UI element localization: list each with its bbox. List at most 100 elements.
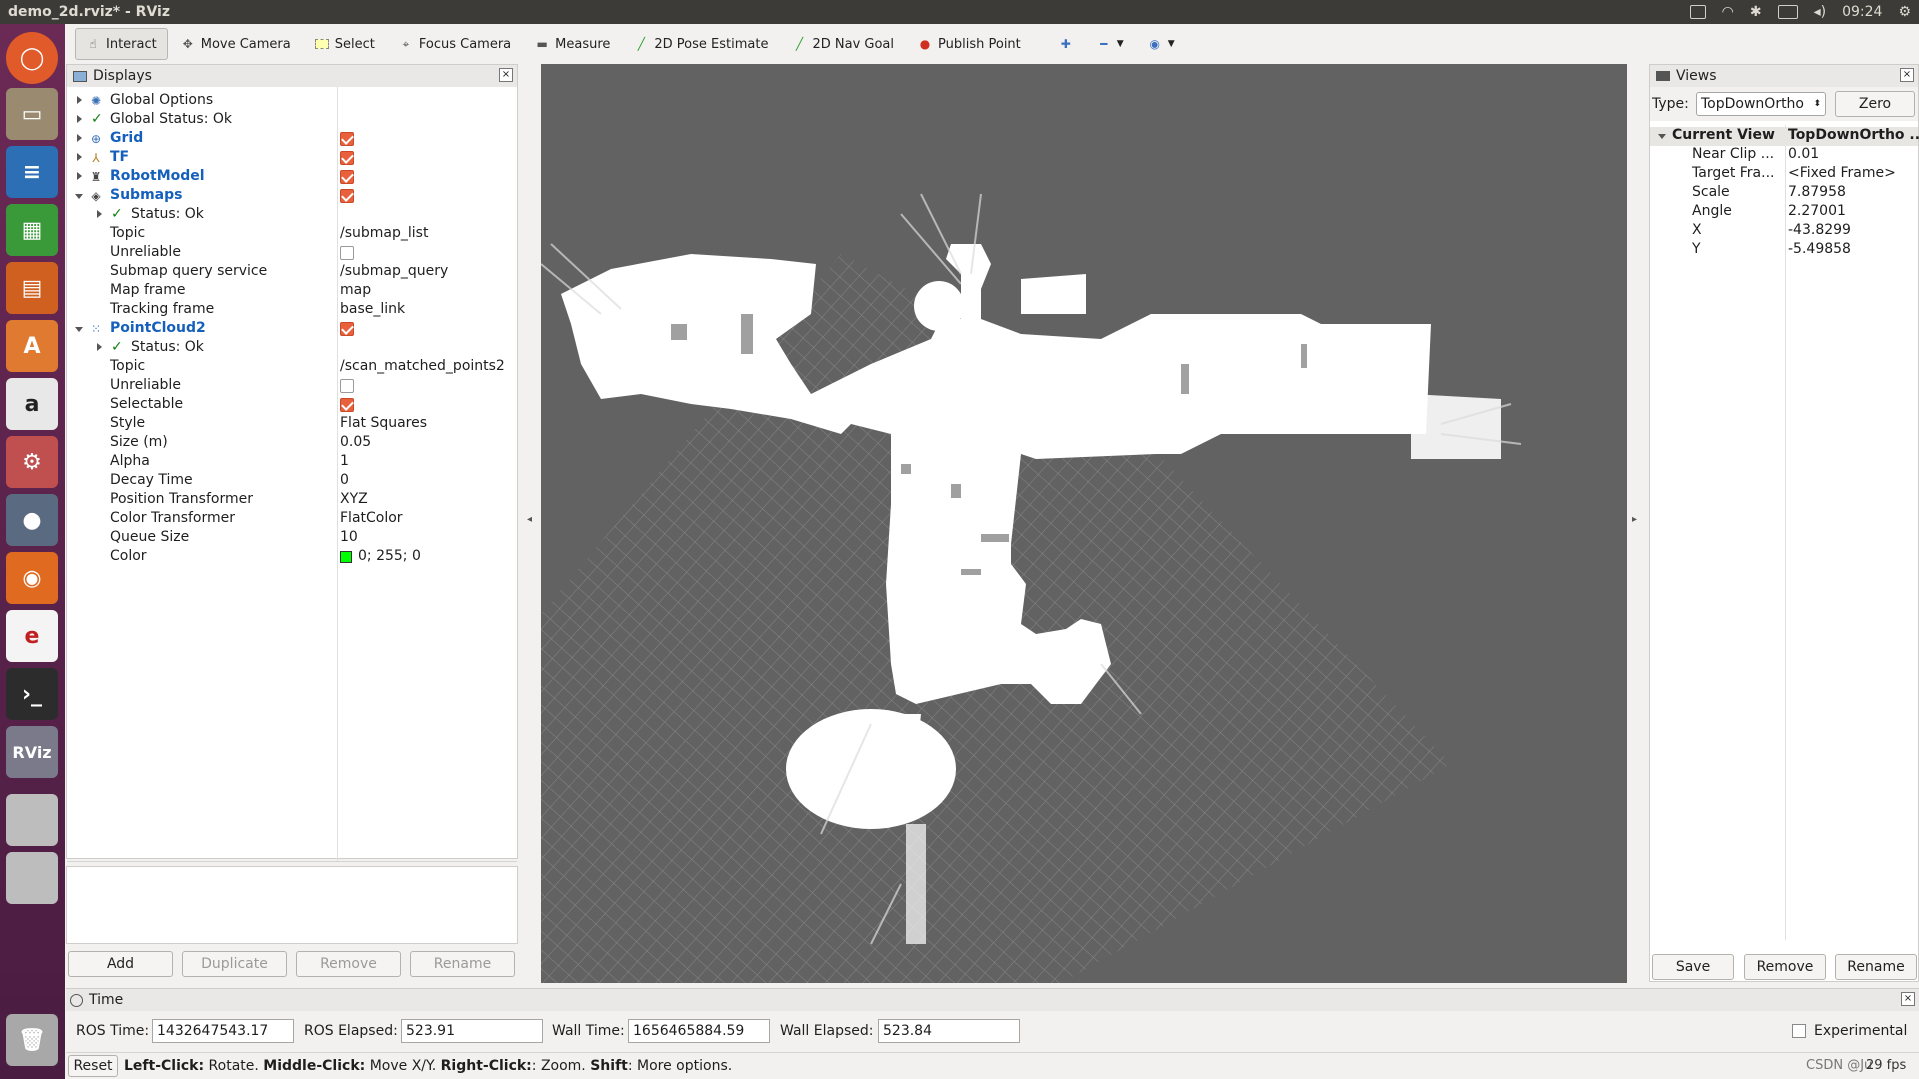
writer-icon[interactable]: ≡ (6, 146, 58, 198)
tree-row-grid[interactable]: ⊕ Grid (67, 130, 517, 149)
drive-icon-2[interactable] (6, 852, 58, 904)
bluetooth-icon[interactable]: ✱ (1750, 4, 1762, 20)
prop-pc-color[interactable]: Color 0; 255; 0 (67, 548, 517, 567)
prop-pc-selectable[interactable]: Selectable (67, 396, 517, 415)
prop-pc-alpha[interactable]: Alpha 1 (67, 453, 517, 472)
publish-point-tool[interactable]: ● Publish Point (907, 28, 1032, 60)
battery-icon[interactable] (1777, 5, 1798, 19)
rviz-icon[interactable]: RViz (6, 726, 58, 778)
tree-row-global-options[interactable]: ✺ Global Options (67, 92, 517, 111)
wall-elapsed-field[interactable]: 523.84 (878, 1019, 1020, 1043)
impress-icon[interactable]: ▤ (6, 262, 58, 314)
interact-tool[interactable]: ☝ Interact (75, 28, 168, 60)
robotmodel-checkbox[interactable] (340, 170, 354, 184)
experimental-checkbox[interactable] (1792, 1024, 1806, 1038)
tree-row-global-status[interactable]: ✓ Global Status: Ok (67, 111, 517, 130)
terminal-icon[interactable]: ›_ (6, 668, 58, 720)
prop-map-frame[interactable]: Map frame map (67, 282, 517, 301)
prop-pc-unreliable[interactable]: Unreliable (67, 377, 517, 396)
submaps-checkbox[interactable] (340, 189, 354, 203)
select-tool[interactable]: Select (304, 28, 386, 60)
tree-row-pointcloud2[interactable]: ⁙ PointCloud2 (67, 320, 517, 339)
rename-view-button[interactable]: Rename (1835, 954, 1917, 980)
move-camera-tool[interactable]: ✥ Move Camera (170, 28, 302, 60)
files-icon[interactable]: ▭ (6, 88, 58, 140)
tree-row-pc-status[interactable]: ✓ Status: Ok (67, 339, 517, 358)
remove-display-button[interactable]: Remove (296, 951, 401, 977)
firefox-icon[interactable]: ◉ (6, 552, 58, 604)
focus-camera-tool[interactable]: ⌖ Focus Camera (388, 28, 522, 60)
ubuntu-dash-icon[interactable]: ◯ (6, 32, 58, 84)
settings-icon[interactable]: ⚙ (6, 436, 58, 488)
render-viewport[interactable] (541, 64, 1627, 983)
zero-button[interactable]: Zero (1835, 91, 1915, 117)
software-center-icon[interactable]: A (6, 320, 58, 372)
prop-pc-position[interactable]: Position Transformer XYZ (67, 491, 517, 510)
close-icon[interactable]: × (499, 68, 513, 82)
collapse-arrow-icon[interactable] (1658, 134, 1666, 139)
remove-tool-button[interactable]: ━ ▼ (1086, 28, 1135, 60)
left-dock-toggle[interactable]: ◂ (527, 514, 532, 525)
add-tool-button[interactable]: ✚ (1048, 28, 1084, 60)
prop-pc-size[interactable]: Size (m) 0.05 (67, 434, 517, 453)
ros-time-field[interactable]: 1432647543.17 (152, 1019, 294, 1043)
tf-checkbox[interactable] (340, 151, 354, 165)
trash-icon[interactable]: 🗑 (6, 1014, 58, 1066)
close-icon[interactable]: × (1900, 68, 1914, 82)
prop-submap-query[interactable]: Submap query service/submap_query (67, 263, 517, 282)
clock[interactable]: 09:24 (1842, 4, 1882, 20)
amazon-icon[interactable]: a (6, 378, 58, 430)
selectable-checkbox[interactable] (340, 398, 354, 412)
x-row[interactable]: X -43.8299 (1650, 222, 1918, 241)
wifi-icon[interactable]: ◠ (1722, 4, 1734, 20)
measure-tool[interactable]: ▬ Measure (524, 28, 621, 60)
current-view-row[interactable]: Current View TopDownOrtho ... (1650, 127, 1919, 146)
type-select[interactable]: TopDownOrtho ⬍ (1696, 92, 1826, 116)
pdf-viewer-icon[interactable]: e (6, 610, 58, 662)
remove-view-button[interactable]: Remove (1744, 954, 1826, 980)
expand-arrow-icon[interactable] (97, 210, 102, 218)
near-clip-row[interactable]: Near Clip ... 0.01 (1650, 146, 1918, 165)
unreliable-checkbox[interactable] (340, 246, 354, 260)
collapse-arrow-icon[interactable] (75, 327, 83, 332)
expand-arrow-icon[interactable] (97, 343, 102, 351)
volume-icon[interactable]: ◂) (1814, 4, 1827, 20)
expand-arrow-icon[interactable] (77, 134, 82, 142)
grid-checkbox[interactable] (340, 132, 354, 146)
prop-pc-decay[interactable]: Decay Time 0 (67, 472, 517, 491)
add-display-button[interactable]: Add (68, 951, 173, 977)
y-row[interactable]: Y -5.49858 (1650, 241, 1918, 260)
expand-arrow-icon[interactable] (77, 96, 82, 104)
nav-goal-tool[interactable]: ╱ 2D Nav Goal (781, 28, 905, 60)
tree-row-robotmodel[interactable]: ♜ RobotModel (67, 168, 517, 187)
expand-arrow-icon[interactable] (77, 115, 82, 123)
reset-button[interactable]: Reset (68, 1055, 118, 1077)
expand-arrow-icon[interactable] (77, 153, 82, 161)
drive-icon[interactable] (6, 794, 58, 846)
duplicate-display-button[interactable]: Duplicate (182, 951, 287, 977)
tree-row-submaps[interactable]: ◈ Submaps (67, 187, 517, 206)
panels-button[interactable]: ◉ ▼ (1137, 28, 1186, 60)
prop-submap-topic[interactable]: Topic/submap_list (67, 225, 517, 244)
prop-pc-style[interactable]: Style Flat Squares (67, 415, 517, 434)
tree-row-tf[interactable]: ⅄ TF (67, 149, 517, 168)
right-dock-toggle[interactable]: ▸ (1632, 514, 1637, 525)
pose-estimate-tool[interactable]: ╱ 2D Pose Estimate (623, 28, 779, 60)
gear-icon[interactable]: ⚙ (1898, 4, 1911, 20)
scale-row[interactable]: Scale 7.87958 (1650, 184, 1918, 203)
keyboard-icon[interactable] (1689, 5, 1706, 19)
calc-icon[interactable]: ▦ (6, 204, 58, 256)
color-swatch[interactable] (340, 551, 352, 563)
pointcloud2-checkbox[interactable] (340, 322, 354, 336)
save-view-button[interactable]: Save (1652, 954, 1734, 980)
prop-pc-color-transformer[interactable]: Color Transformer FlatColor (67, 510, 517, 529)
collapse-arrow-icon[interactable] (75, 194, 83, 199)
ros-elapsed-field[interactable]: 523.91 (401, 1019, 543, 1043)
wall-time-field[interactable]: 1656465884.59 (628, 1019, 770, 1043)
unreliable-checkbox-2[interactable] (340, 379, 354, 393)
angle-row[interactable]: Angle 2.27001 (1650, 203, 1918, 222)
close-icon[interactable]: × (1901, 992, 1915, 1006)
prop-pc-queue[interactable]: Queue Size 10 (67, 529, 517, 548)
prop-pc-topic[interactable]: Topic/scan_matched_points2 (67, 358, 517, 377)
expand-arrow-icon[interactable] (77, 172, 82, 180)
